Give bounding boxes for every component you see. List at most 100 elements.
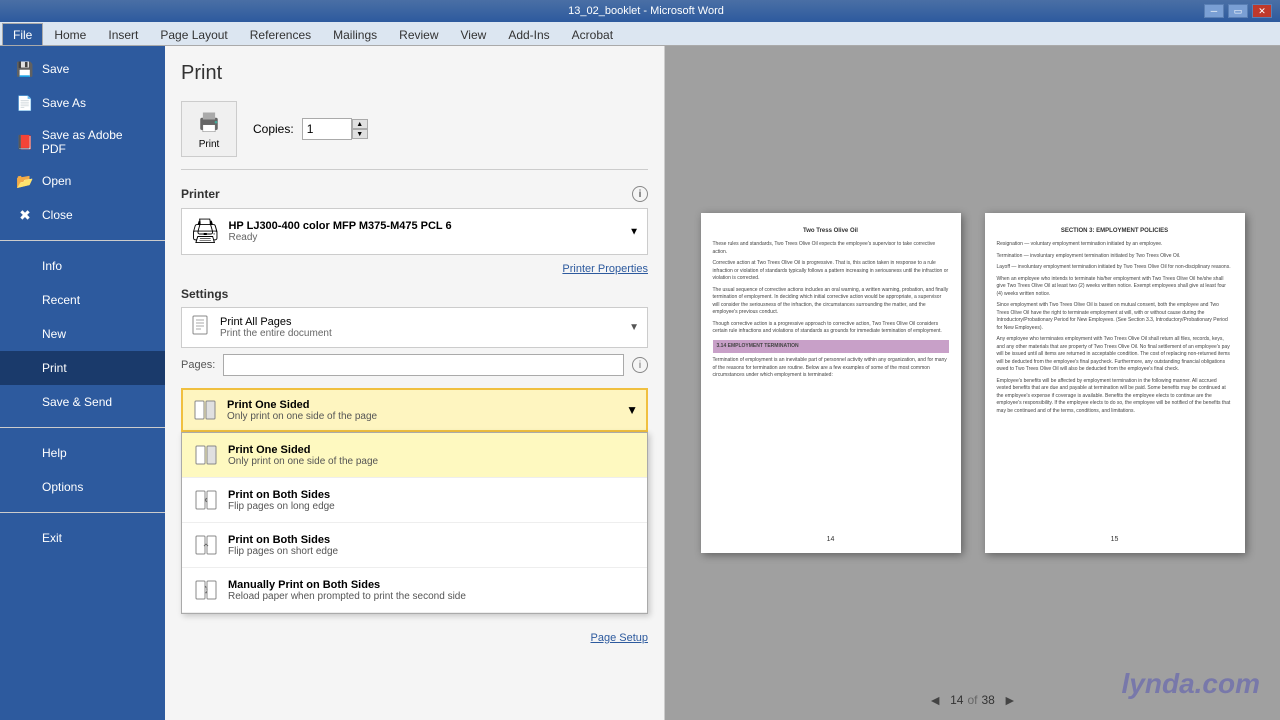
sidebar-item-save[interactable]: 💾 Save: [0, 52, 165, 86]
print-all-pages-dropdown[interactable]: Print All Pages Print the entire documen…: [181, 307, 648, 348]
copies-input[interactable]: 1: [302, 118, 352, 140]
tab-view[interactable]: View: [450, 23, 498, 45]
page-14-para-1: These rules and standards, Two Trees Oli…: [713, 241, 949, 256]
pages-info-icon[interactable]: i: [632, 357, 648, 373]
sides-selected-text: Print One Sided Only print on one side o…: [227, 399, 618, 422]
print-panel: Print Print Copies: 1 ▲: [165, 46, 665, 720]
page-14-body: These rules and standards, Two Trees Oli…: [713, 241, 949, 380]
page-setup-link[interactable]: Page Setup: [181, 632, 648, 644]
copies-spinners[interactable]: ▲ ▼: [352, 119, 368, 139]
sidebar-item-save-send[interactable]: Save & Send: [0, 385, 165, 419]
open-icon: 📂: [16, 172, 34, 190]
print-button[interactable]: Print: [181, 101, 237, 157]
copies-label: Copies:: [253, 122, 294, 136]
copies-value: 1: [307, 122, 314, 136]
sidebar-item-print[interactable]: Print: [0, 351, 165, 385]
window-controls[interactable]: ─ ▭ ✕: [1204, 4, 1272, 18]
page-15-number: 15: [1111, 535, 1119, 545]
print-title: Print: [181, 62, 648, 85]
sidebar-item-info[interactable]: Info: [0, 249, 165, 283]
pages-label: Pages:: [181, 359, 215, 371]
adobe-icon: 📕: [16, 133, 34, 151]
sidebar-item-new[interactable]: New: [0, 317, 165, 351]
print-all-pages-main: Print All Pages: [220, 316, 621, 328]
sidebar-item-recent[interactable]: Recent: [0, 283, 165, 317]
print-all-pages-sub: Print the entire document: [220, 328, 621, 339]
page-indicator: 14 of 38: [950, 693, 995, 707]
sides-selected-icon: [191, 396, 219, 424]
printer-dropdown-arrow[interactable]: ▼: [629, 226, 639, 237]
sides-option-sub-one-sided: Only print on one side of the page: [228, 456, 378, 467]
page-preview-14: Two Tress Olive Oil These rules and stan…: [701, 213, 961, 553]
sidebar-item-help[interactable]: Help: [0, 436, 165, 470]
printer-info-icon[interactable]: i: [632, 186, 648, 202]
sides-option-manually[interactable]: Manually Print on Both Sides Reload pape…: [182, 568, 647, 613]
tab-home[interactable]: Home: [43, 23, 97, 45]
sidebar-item-close[interactable]: ✖ Close: [0, 198, 165, 232]
current-page: 14: [950, 693, 963, 707]
page-of-text: of: [967, 693, 977, 707]
next-page-button[interactable]: ►: [1003, 692, 1017, 708]
sidebar-label-save-adobe: Save as Adobe PDF: [42, 128, 149, 156]
tab-page-layout[interactable]: Page Layout: [149, 23, 238, 45]
tab-add-ins[interactable]: Add-Ins: [497, 23, 560, 45]
sidebar-label-recent: Recent: [42, 293, 80, 307]
minimize-button[interactable]: ─: [1204, 4, 1224, 18]
sidebar-label-save: Save: [42, 62, 69, 76]
sides-dropdown-selected[interactable]: Print One Sided Only print on one side o…: [181, 388, 648, 432]
recent-icon: [16, 291, 34, 309]
sidebar-label-save-as: Save As: [42, 96, 86, 110]
sides-option-icon-one-sided: [192, 441, 220, 469]
settings-section-label: Settings: [181, 287, 648, 301]
sides-option-text-both-long: Print on Both Sides Flip pages on long e…: [228, 489, 335, 512]
print-button-area: Print Copies: 1 ▲ ▼: [181, 101, 648, 170]
sides-dropdown-container: Print One Sided Only print on one side o…: [181, 388, 648, 432]
sides-option-icon-manually: [192, 576, 220, 604]
sides-option-one-sided[interactable]: Print One Sided Only print on one side o…: [182, 433, 647, 478]
copies-down[interactable]: ▼: [352, 129, 368, 139]
settings-label-text: Settings: [181, 287, 228, 301]
prev-page-button[interactable]: ◄: [928, 692, 942, 708]
sidebar-item-save-as[interactable]: 📄 Save As: [0, 86, 165, 120]
sidebar-label-options: Options: [42, 480, 83, 494]
pages-input[interactable]: [223, 354, 624, 376]
tab-mailings[interactable]: Mailings: [322, 23, 388, 45]
printer-device-icon: 🖨: [190, 217, 220, 246]
print-icon: [16, 359, 34, 377]
sides-option-text-both-short: Print on Both Sides Flip pages on short …: [228, 534, 338, 557]
info-icon: [16, 257, 34, 275]
tab-references[interactable]: References: [239, 23, 322, 45]
tab-review[interactable]: Review: [388, 23, 449, 45]
restore-button[interactable]: ▭: [1228, 4, 1248, 18]
sidebar-item-exit[interactable]: Exit: [0, 521, 165, 555]
page-14-para-2: Corrective action at Two Trees Olive Oil…: [713, 260, 949, 283]
tab-insert[interactable]: Insert: [97, 23, 149, 45]
close-button[interactable]: ✕: [1252, 4, 1272, 18]
print-all-pages-arrow: ▼: [629, 322, 639, 333]
new-icon: [16, 325, 34, 343]
sides-option-sub-manually: Reload paper when prompted to print the …: [228, 591, 466, 602]
help-icon: [16, 444, 34, 462]
print-button-label: Print: [199, 139, 220, 150]
sidebar-item-save-adobe[interactable]: 📕 Save as Adobe PDF: [0, 120, 165, 164]
watermark: lynda.com: [1122, 668, 1260, 700]
sidebar-label-info: Info: [42, 259, 62, 273]
sidebar-item-options[interactable]: Options: [0, 470, 165, 504]
printer-box[interactable]: 🖨 HP LJ300-400 color MFP M375-M475 PCL 6…: [181, 208, 648, 255]
page-15-para-7: Employee's benefits will be affected by …: [997, 378, 1233, 416]
sides-dropdown-arrow: ▼: [626, 403, 638, 417]
sidebar-label-open: Open: [42, 174, 71, 188]
sides-option-both-long[interactable]: Print on Both Sides Flip pages on long e…: [182, 478, 647, 523]
close-doc-icon: ✖: [16, 206, 34, 224]
tab-acrobat[interactable]: Acrobat: [561, 23, 624, 45]
page-15-title: SECTION 3: EMPLOYMENT POLICIES: [997, 227, 1233, 235]
sidebar-divider-3: [0, 512, 165, 513]
sidebar-item-open[interactable]: 📂 Open: [0, 164, 165, 198]
copies-up[interactable]: ▲: [352, 119, 368, 129]
tab-file[interactable]: File: [2, 23, 43, 45]
printer-properties-link[interactable]: Printer Properties: [181, 263, 648, 275]
sides-option-both-short[interactable]: Print on Both Sides Flip pages on short …: [182, 523, 647, 568]
page-14-number: 14: [827, 535, 835, 545]
page-15-para-5: Since employment with Two Trees Olive Oi…: [997, 302, 1233, 332]
options-icon: [16, 478, 34, 496]
